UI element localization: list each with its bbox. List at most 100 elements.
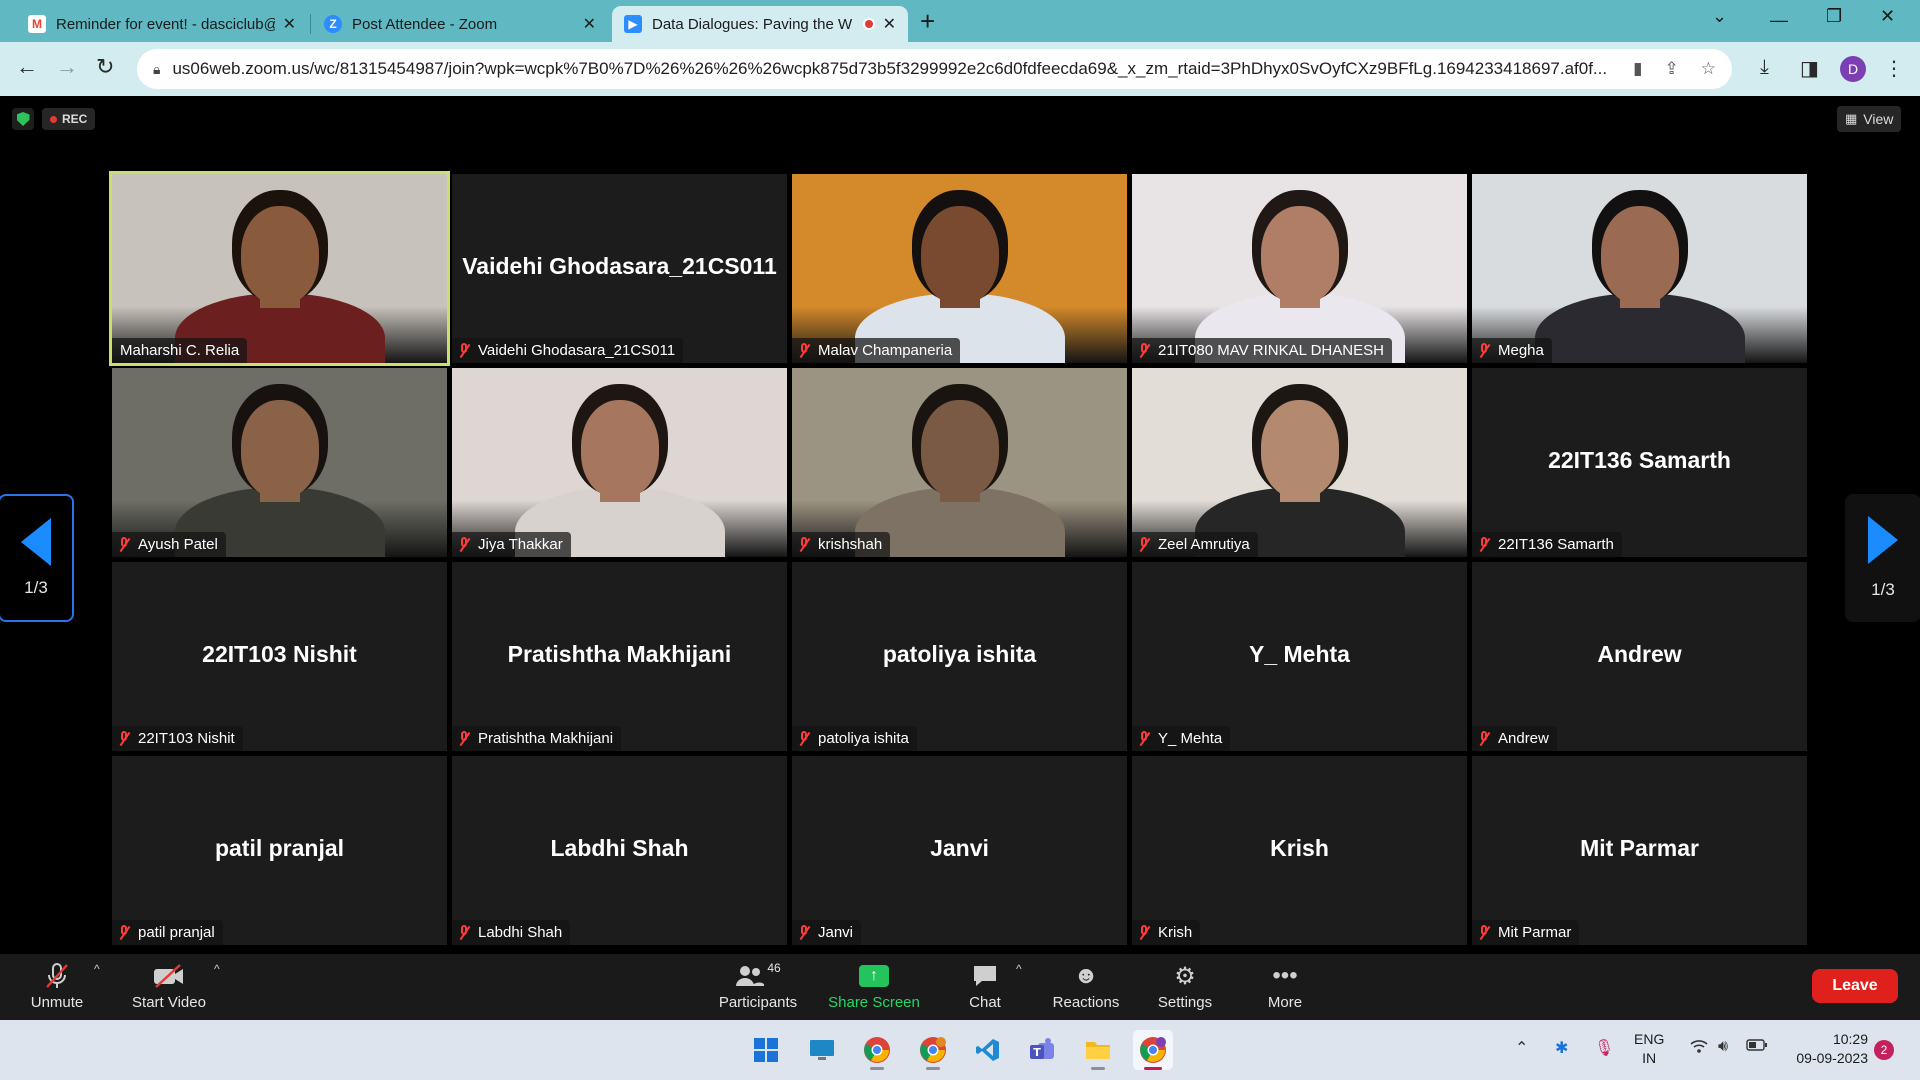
show-hidden-icons-chevron-icon[interactable]: ⌃: [1515, 1038, 1528, 1058]
chrome-profile-v-icon[interactable]: [913, 1030, 953, 1070]
participant-tile[interactable]: Pratishtha Makhijani Pratishtha Makhijani: [452, 562, 787, 751]
bluetooth-icon[interactable]: ✱: [1555, 1038, 1568, 1058]
settings-label: Settings: [1157, 994, 1213, 1011]
participant-tile[interactable]: Janvi Janvi: [792, 756, 1127, 945]
participant-tile[interactable]: 21IT080 MAV RINKAL DHANESH: [1132, 174, 1467, 363]
share-icon[interactable]: ⇪: [1665, 59, 1679, 79]
bookmark-star-icon[interactable]: ☆: [1701, 59, 1716, 79]
participant-tile[interactable]: Vaidehi Ghodasara_21CS011 Vaidehi Ghodasa…: [452, 174, 787, 363]
browser-tab-gmail[interactable]: M Reminder for event! - dasciclub@ ✕: [16, 6, 308, 42]
leave-button[interactable]: Leave: [1812, 969, 1898, 1003]
close-tab-icon[interactable]: ✕: [583, 14, 596, 34]
forward-icon[interactable]: →: [56, 54, 78, 80]
tab-search-chevron-icon[interactable]: ⌄: [1712, 6, 1727, 27]
participants-button[interactable]: 46 Participants: [703, 960, 813, 1011]
share-screen-button[interactable]: ↑ Share Screen: [819, 960, 929, 1011]
participant-tile[interactable]: Labdhi Shah Labdhi Shah: [452, 756, 787, 945]
audio-options-caret-icon[interactable]: ^: [94, 962, 100, 976]
battery-icon[interactable]: [1746, 1038, 1768, 1057]
new-tab-icon[interactable]: +: [920, 6, 935, 37]
participant-tile[interactable]: Andrew Andrew: [1472, 562, 1807, 751]
chrome-profile-d-icon[interactable]: [1133, 1030, 1173, 1070]
left-arrow-icon: [21, 518, 51, 566]
browser-tab-data-dialogues[interactable]: ▶ Data Dialogues: Paving the W ✕: [612, 6, 908, 42]
tab-title: Reminder for event! - dasciclub@: [56, 15, 275, 33]
reactions-label: Reactions: [1052, 994, 1120, 1011]
view-button[interactable]: ▦ View: [1837, 106, 1902, 132]
participant-tile[interactable]: krishshah: [792, 368, 1127, 557]
volume-icon[interactable]: 🔊︎: [1718, 1038, 1728, 1056]
participant-tile[interactable]: Maharshi C. Relia: [109, 171, 450, 366]
desktop-monitor-icon[interactable]: [802, 1030, 842, 1070]
teams-icon[interactable]: T: [1022, 1030, 1062, 1070]
back-icon[interactable]: ←: [16, 54, 38, 80]
system-clock[interactable]: 10:29 09-09-2023: [1788, 1030, 1868, 1068]
chat-button[interactable]: Chat: [930, 960, 1040, 1011]
minimize-icon[interactable]: —: [1770, 10, 1788, 31]
participant-video: [112, 174, 447, 363]
side-panel-icon[interactable]: ◨: [1800, 56, 1819, 81]
participant-tile[interactable]: Ayush Patel: [112, 368, 447, 557]
wifi-icon[interactable]: [1690, 1038, 1708, 1059]
page-indicator: 1/3: [24, 578, 48, 597]
running-indicator: [1091, 1067, 1105, 1070]
browser-tab-post-attendee[interactable]: Z Post Attendee - Zoom ✕: [312, 6, 608, 42]
start-video-button[interactable]: Start Video: [114, 960, 224, 1011]
participant-tile[interactable]: Malav Champaneria: [792, 174, 1127, 363]
lock-icon: 🔒︎: [153, 60, 161, 77]
mic-muted-icon: [1136, 924, 1152, 941]
reload-icon[interactable]: ↻: [96, 54, 114, 80]
view-label: View: [1863, 111, 1894, 127]
url-text[interactable]: us06web.zoom.us/wc/81315454987/join?wpk=…: [172, 59, 1611, 79]
previous-page-button[interactable]: 1/3: [0, 494, 74, 622]
next-page-button[interactable]: 1/3: [1845, 494, 1920, 622]
participant-tile[interactable]: patoliya ishita patoliya ishita: [792, 562, 1127, 751]
close-tab-icon[interactable]: ✕: [283, 14, 296, 34]
file-explorer-icon[interactable]: [1078, 1030, 1118, 1070]
participant-tile[interactable]: patil pranjal patil pranjal: [112, 756, 447, 945]
participant-name-bar: Labdhi Shah: [452, 920, 571, 945]
browser-menu-icon[interactable]: ⋮: [1884, 56, 1904, 81]
settings-button[interactable]: ⚙ Settings: [1130, 960, 1240, 1012]
notification-badge[interactable]: 2: [1874, 1040, 1894, 1060]
start-windows-icon[interactable]: [746, 1030, 786, 1070]
participant-name-bar: patoliya ishita: [792, 726, 917, 751]
participant-tile[interactable]: Zeel Amrutiya: [1132, 368, 1467, 557]
download-icon[interactable]: ⤓: [1760, 56, 1769, 79]
participant-name-bar: Malav Champaneria: [792, 338, 961, 363]
vscode-icon[interactable]: [968, 1030, 1008, 1070]
participant-tile[interactable]: Jiya Thakkar: [452, 368, 787, 557]
participant-tile[interactable]: Krish Krish: [1132, 756, 1467, 945]
window-close-icon[interactable]: ✕: [1880, 6, 1895, 27]
restore-icon[interactable]: ❐: [1826, 6, 1842, 27]
close-tab-icon[interactable]: ✕: [883, 14, 896, 34]
input-language[interactable]: ENG IN: [1634, 1030, 1664, 1068]
profile-avatar[interactable]: D: [1840, 56, 1866, 82]
settings-gear-icon: ⚙: [1174, 962, 1196, 990]
chat-options-caret-icon[interactable]: ^: [1016, 962, 1022, 976]
participant-name-label: Andrew: [1498, 730, 1549, 747]
more-label: More: [1267, 994, 1303, 1011]
camera-blocked-icon[interactable]: ▮: [1633, 59, 1642, 79]
more-button[interactable]: ••• More: [1230, 960, 1340, 1011]
participant-tile[interactable]: 22IT136 Samarth 22IT136 Samarth: [1472, 368, 1807, 557]
address-bar[interactable]: 🔒︎ us06web.zoom.us/wc/81315454987/join?w…: [137, 49, 1732, 89]
participant-tile[interactable]: Mit Parmar Mit Parmar: [1472, 756, 1807, 945]
chat-label: Chat: [969, 994, 1001, 1011]
encryption-shield-icon[interactable]: [12, 108, 34, 130]
participant-name-label: patoliya ishita: [818, 730, 909, 747]
reactions-button[interactable]: ☻ Reactions: [1031, 960, 1141, 1011]
video-options-caret-icon[interactable]: ^: [214, 962, 220, 976]
grid-icon: ▦: [1845, 111, 1858, 126]
participant-name-bar: Krish: [1132, 920, 1201, 945]
participant-display-name: Janvi: [930, 834, 989, 861]
participant-name-label: krishshah: [818, 536, 883, 553]
participant-tile[interactable]: Megha: [1472, 174, 1807, 363]
participant-tile[interactable]: 22IT103 Nishit 22IT103 Nishit: [112, 562, 447, 751]
svg-text:T: T: [1033, 1046, 1041, 1059]
microphone-in-use-icon[interactable]: 🎙︎: [1594, 1038, 1614, 1058]
chrome-icon[interactable]: [857, 1030, 897, 1070]
participant-video: [1472, 174, 1807, 363]
participant-tile[interactable]: Y_ Mehta Y_ Mehta: [1132, 562, 1467, 751]
share-screen-label: Share Screen: [828, 994, 920, 1011]
